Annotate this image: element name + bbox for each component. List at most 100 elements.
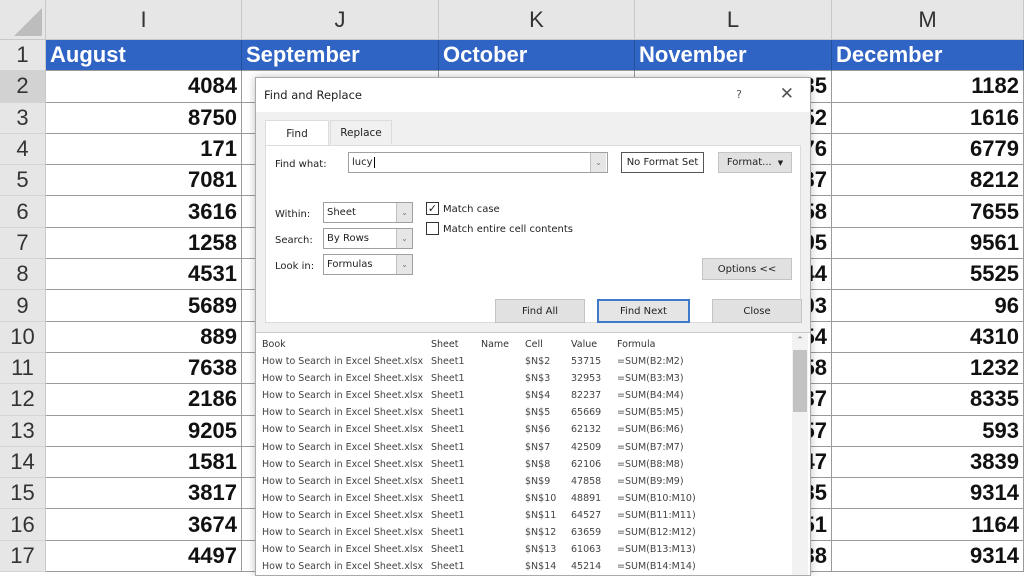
result-row[interactable]: How to Search in Excel Sheet.xlsx Sheet1 $… [262,473,767,490]
data-cell[interactable]: 1232 [832,352,1024,385]
results-column-header[interactable]: Book [262,339,431,350]
close-button[interactable]: Close [712,299,802,323]
data-cell[interactable]: 1182 [832,71,1024,103]
header-cell[interactable]: October [439,40,635,72]
data-cell[interactable]: 8212 [832,165,1024,197]
data-cell[interactable]: 9314 [832,478,1024,510]
look-in-dropdown-icon[interactable]: ⌄ [396,255,412,274]
data-cell[interactable]: 7655 [832,196,1024,228]
options-button[interactable]: Options << [702,258,792,280]
results-column-header[interactable]: Value [571,339,617,350]
row-header-7[interactable]: 7 [0,228,45,260]
data-cell[interactable]: 1581 [46,446,242,479]
match-entire-checkbox[interactable] [426,222,439,235]
data-cell[interactable]: 1616 [832,102,1024,134]
data-cell[interactable]: 4531 [46,259,242,291]
data-cell[interactable]: 9314 [832,540,1024,573]
row-header-13[interactable]: 13 [0,416,45,447]
find-what-input[interactable]: lucy [348,152,608,173]
data-cell[interactable]: 5525 [832,259,1024,291]
result-row[interactable]: How to Search in Excel Sheet.xlsx Sheet1 $… [262,421,767,438]
data-cell[interactable]: 7081 [46,165,242,197]
header-cell[interactable]: December [832,40,1024,72]
search-dropdown-icon[interactable]: ⌄ [396,229,412,248]
row-header-3[interactable]: 3 [0,103,45,134]
data-cell[interactable]: 171 [46,133,242,166]
header-cell[interactable]: September [242,40,439,72]
data-cell[interactable]: 9205 [46,415,242,447]
result-cell: How to Search in Excel Sheet.xlsx [262,458,424,470]
data-cell[interactable]: 9561 [832,227,1024,260]
row-header-6[interactable]: 6 [0,196,45,228]
row-header-17[interactable]: 17 [0,541,45,573]
column-header-m[interactable]: M [832,0,1024,40]
scroll-thumb[interactable] [793,350,807,412]
column-header-l[interactable]: L [635,0,832,40]
result-row[interactable]: How to Search in Excel Sheet.xlsx Sheet1 $… [262,524,767,541]
header-cell[interactable]: November [635,40,832,72]
data-cell[interactable]: 2186 [46,384,242,416]
result-row[interactable]: How to Search in Excel Sheet.xlsx Sheet1 $… [262,456,767,473]
column-header-k[interactable]: K [439,0,635,40]
format-button[interactable]: Format... ▼ [718,152,792,173]
result-cell: 63659 [571,527,602,538]
row-header-9[interactable]: 9 [0,290,45,322]
row-header-14[interactable]: 14 [0,447,45,479]
select-all-corner[interactable] [0,0,46,40]
find-what-dropdown-icon[interactable]: ⌄ [590,153,606,172]
result-row[interactable]: How to Search in Excel Sheet.xlsx Sheet1 $… [262,387,767,404]
data-cell[interactable]: 3616 [46,196,242,228]
column-header-j[interactable]: J [242,0,439,40]
tab-replace[interactable]: Replace [330,120,392,144]
data-cell[interactable]: 4497 [46,540,242,573]
row-header-1[interactable]: 1 [0,40,45,72]
data-cell[interactable]: 4084 [46,71,242,103]
result-row[interactable]: How to Search in Excel Sheet.xlsx Sheet1 $… [262,490,767,507]
row-header-16[interactable]: 16 [0,509,45,541]
data-cell[interactable]: 96 [832,290,1024,322]
result-row[interactable]: How to Search in Excel Sheet.xlsx Sheet1 $… [262,439,767,456]
result-row[interactable]: How to Search in Excel Sheet.xlsx Sheet1 $… [262,558,767,575]
row-header-5[interactable]: 5 [0,165,45,197]
scroll-up-icon[interactable]: ⌃ [792,335,808,347]
results-column-header[interactable]: Name [481,339,525,350]
find-all-button[interactable]: Find All [495,299,585,323]
header-cell[interactable]: August [46,40,242,72]
result-row[interactable]: How to Search in Excel Sheet.xlsx Sheet1 $… [262,370,767,387]
row-header-10[interactable]: 10 [0,322,45,353]
data-cell[interactable]: 4310 [832,321,1024,353]
result-row[interactable]: How to Search in Excel Sheet.xlsx Sheet1 $… [262,353,767,370]
data-cell[interactable]: 3674 [46,509,242,541]
data-cell[interactable]: 6779 [832,133,1024,166]
results-column-header[interactable]: Sheet [431,339,481,350]
result-row[interactable]: How to Search in Excel Sheet.xlsx Sheet1 $… [262,541,767,558]
within-dropdown-icon[interactable]: ⌄ [396,203,412,222]
row-header-8[interactable]: 8 [0,259,45,291]
row-header-11[interactable]: 11 [0,353,45,385]
column-header-i[interactable]: I [46,0,242,40]
results-scrollbar[interactable]: ⌃ [792,333,808,575]
result-row[interactable]: How to Search in Excel Sheet.xlsx Sheet1 $… [262,507,767,524]
data-cell[interactable]: 7638 [46,352,242,385]
data-cell[interactable]: 1164 [832,509,1024,541]
data-cell[interactable]: 8335 [832,384,1024,416]
data-cell[interactable]: 1258 [46,227,242,260]
data-cell[interactable]: 3839 [832,446,1024,479]
match-case-checkbox[interactable]: ✓ [426,202,439,215]
results-column-header[interactable]: Cell [525,339,571,350]
row-header-12[interactable]: 12 [0,384,45,416]
results-column-header[interactable]: Formula [617,339,767,350]
help-icon[interactable]: ? [736,88,742,101]
data-cell[interactable]: 593 [832,415,1024,447]
data-cell[interactable]: 5689 [46,290,242,322]
tab-find[interactable]: Find [265,120,329,146]
find-next-button[interactable]: Find Next [597,299,690,323]
row-header-15[interactable]: 15 [0,478,45,510]
data-cell[interactable]: 889 [46,321,242,353]
data-cell[interactable]: 3817 [46,478,242,510]
row-header-4[interactable]: 4 [0,134,45,166]
close-icon[interactable]: ✕ [780,84,794,104]
row-header-2[interactable]: 2 [0,71,45,103]
result-row[interactable]: How to Search in Excel Sheet.xlsx Sheet1 $… [262,404,767,421]
data-cell[interactable]: 8750 [46,102,242,134]
